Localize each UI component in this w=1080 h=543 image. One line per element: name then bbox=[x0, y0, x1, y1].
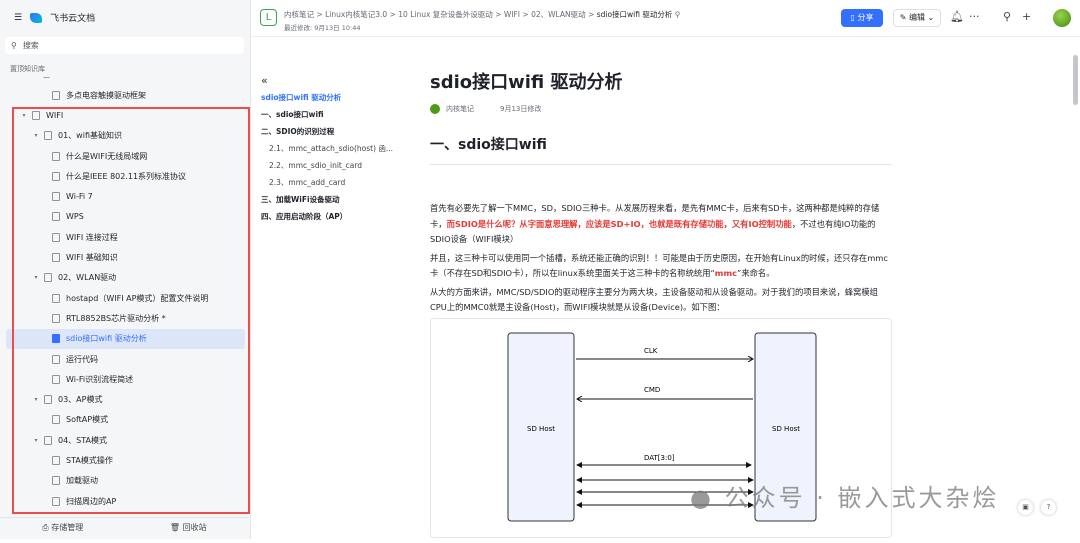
toc-item[interactable]: 二、SDIO的识别过程 bbox=[261, 123, 393, 140]
toc-item[interactable]: 2.1、mmc_attach_sdio(host) 函... bbox=[261, 140, 393, 157]
clk-label: CLK bbox=[644, 347, 658, 355]
table-of-contents: «sdio接口wifi 驱动分析 一、sdio接口wifi 二、SDIO的识别过程 2… bbox=[261, 72, 393, 225]
toc-item[interactable]: 2.2、mmc_sdio_init_card bbox=[261, 157, 393, 174]
highlight-box bbox=[12, 107, 250, 514]
sidebar-footer: ⎙ 存储管理 🗑 回收站 bbox=[0, 517, 251, 539]
modified-date: 9月13日修改 bbox=[500, 105, 542, 113]
watermark: ● 公众号 · 嵌入式大杂烩 bbox=[690, 484, 1000, 512]
toc-item[interactable]: 三、加载WiFi设备驱动 bbox=[261, 191, 393, 208]
last-modified: 最近修改: 9月13日 10:44 bbox=[284, 24, 361, 32]
scrollbar[interactable] bbox=[1073, 55, 1078, 105]
sidebar: ☰ 飞书云文档 ⚲ 搜索 置顶知识库 — 多点电容触摸驱动框架 ▾ WIFI ▾ 01、wi… bbox=[0, 0, 251, 539]
feishu-logo-icon bbox=[30, 12, 43, 23]
search-icon[interactable]: ⚲ bbox=[1003, 10, 1011, 23]
edit-button[interactable]: ✎ 编辑 ⌄ bbox=[893, 9, 941, 27]
breadcrumb-item[interactable]: 02、WLAN驱动 bbox=[531, 10, 586, 19]
search-input[interactable]: ⚲ 搜索 bbox=[5, 37, 244, 54]
avatar[interactable] bbox=[1053, 9, 1071, 27]
bell-icon[interactable]: 🔔︎ bbox=[950, 10, 964, 23]
breadcrumb-current: sdio接口wifi 驱动分析 bbox=[596, 10, 673, 19]
host-label-right: SD Host bbox=[772, 425, 800, 433]
search-icon: ⚲ bbox=[11, 41, 17, 50]
storage-button[interactable]: ⎙ 存储管理 bbox=[0, 518, 126, 539]
wechat-icon: ● bbox=[690, 484, 714, 512]
share-button[interactable]: ▯ 分享 bbox=[841, 9, 883, 27]
top-bar: L 内核笔记 > Linux内核笔记3.0 > 10 Linux 复杂设备外设驱… bbox=[251, 0, 1080, 37]
more-icon[interactable]: ··· bbox=[969, 10, 980, 23]
breadcrumb: 内核笔记 > Linux内核笔记3.0 > 10 Linux 复杂设备外设驱动 … bbox=[284, 10, 681, 19]
toc-item[interactable]: sdio接口wifi 驱动分析 bbox=[261, 89, 393, 106]
breadcrumb-item[interactable]: WIFI bbox=[504, 10, 520, 19]
wiki-badge[interactable]: L bbox=[260, 9, 277, 26]
author-avatar bbox=[430, 104, 440, 114]
paragraph: 从大的方面来讲，MMC/SD/SDIO的驱动程序主要分为两大块，主设备驱动和从设… bbox=[430, 286, 878, 313]
article-meta: 内核笔记 9月13日修改 bbox=[430, 104, 892, 114]
tree-item[interactable]: 多点电容触摸驱动框架 bbox=[0, 85, 251, 105]
toc-item[interactable]: 四、应用启动阶段（AP） bbox=[261, 208, 393, 225]
page-title: sdio接口wifi 驱动分析 bbox=[430, 72, 623, 93]
feedback-icon[interactable]: ▣ bbox=[1018, 500, 1033, 515]
host-label-left: SD Host bbox=[527, 425, 555, 433]
doc-icon bbox=[52, 90, 60, 100]
collapse-toc-button[interactable]: « bbox=[261, 72, 393, 89]
breadcrumb-item[interactable]: Linux内核笔记3.0 bbox=[325, 10, 387, 19]
toc-item[interactable]: 一、sdio接口wifi bbox=[261, 106, 393, 123]
author[interactable]: 内核笔记 bbox=[446, 104, 474, 114]
breadcrumb-item[interactable]: 10 Linux 复杂设备外设驱动 bbox=[398, 10, 493, 19]
section-title: 置顶知识库 bbox=[10, 65, 45, 73]
paragraph: 首先有必要先了解一下MMC，SD，SDIO三种卡。从发展历程来看，是先有MMC卡… bbox=[430, 203, 880, 244]
menu-icon[interactable]: ☰ bbox=[14, 13, 22, 23]
brand[interactable]: ☰ 飞书云文档 bbox=[14, 11, 95, 24]
article: sdio接口wifi 驱动分析 内核笔记 9月13日修改 一、sdio接口wifi… bbox=[430, 68, 892, 319]
plus-icon[interactable]: + bbox=[1022, 10, 1031, 23]
section-heading: 一、sdio接口wifi bbox=[430, 134, 892, 165]
cmd-label: CMD bbox=[644, 386, 660, 394]
toc-item[interactable]: 2.3、mmc_add_card bbox=[261, 174, 393, 191]
separator-dash: — bbox=[43, 73, 50, 81]
trash-button[interactable]: 🗑 回收站 bbox=[126, 518, 252, 539]
dat-label: DAT[3:0] bbox=[644, 454, 675, 462]
breadcrumb-item[interactable]: 内核笔记 bbox=[284, 10, 314, 19]
help-icon[interactable]: ? bbox=[1041, 500, 1056, 515]
paragraph: 并且，这三种卡可以使用同一个插槽，系统还能正确的识别！！可能是由于历史原因，在开… bbox=[430, 252, 888, 279]
